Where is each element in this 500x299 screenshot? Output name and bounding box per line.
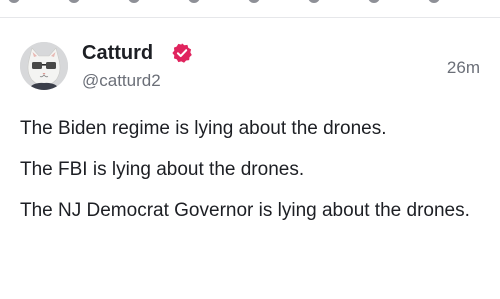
views-icon[interactable] [188, 0, 200, 3]
verified-badge-icon [172, 43, 192, 63]
post-paragraph: The FBI is lying about the drones. [20, 159, 305, 180]
avatar[interactable] [20, 42, 68, 90]
more-icon[interactable] [368, 0, 380, 3]
like-icon[interactable] [128, 0, 140, 3]
author-handle[interactable]: @catturd2 [82, 71, 161, 91]
menu-icon[interactable] [428, 0, 440, 3]
share-icon[interactable] [308, 0, 320, 3]
author-display-name[interactable]: Catturd [82, 41, 153, 65]
post[interactable]: Catturd @catturd2 26m The Biden regime i… [0, 18, 500, 299]
post-body: The Biden regime is lying about the dron… [20, 117, 482, 240]
post-paragraph: The Biden regime is lying about the dron… [20, 118, 387, 139]
cat-with-glasses-avatar-icon [20, 42, 68, 90]
bookmark-icon[interactable] [248, 0, 260, 3]
post-paragraph: The NJ Democrat Governor is lying about … [20, 200, 470, 221]
repost-icon[interactable] [68, 0, 80, 3]
reply-icon[interactable] [8, 0, 20, 3]
previous-post-action-bar [0, 0, 500, 18]
post-timestamp[interactable]: 26m [447, 58, 480, 78]
